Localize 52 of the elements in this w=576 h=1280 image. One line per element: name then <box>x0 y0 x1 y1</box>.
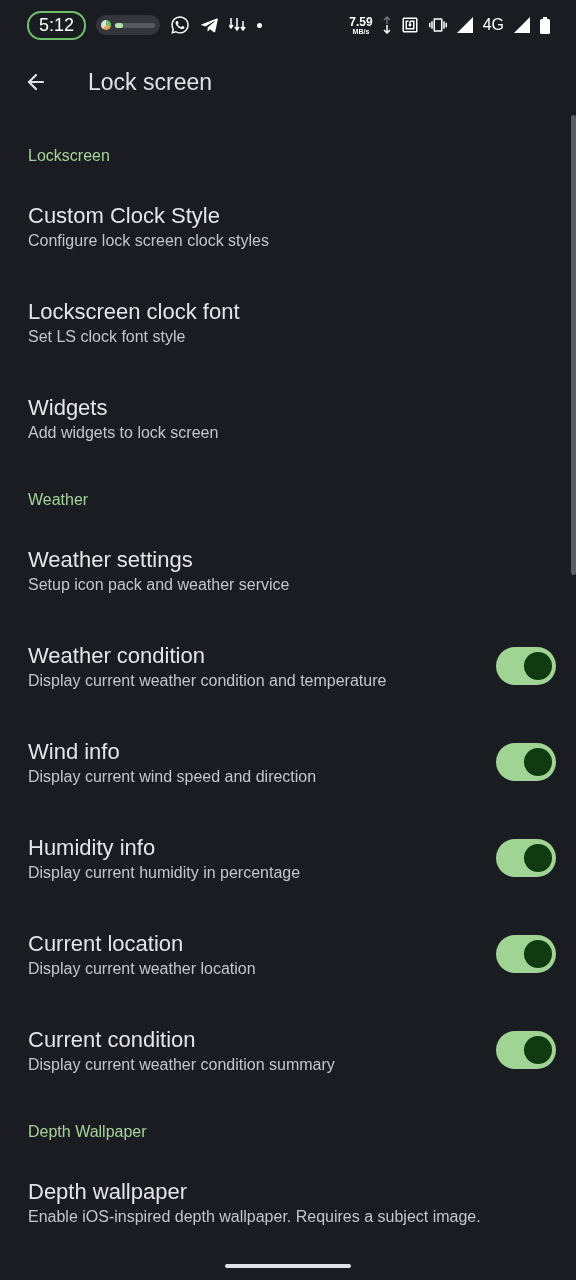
battery-icon <box>540 16 550 34</box>
item-title: Current condition <box>28 1025 197 1054</box>
clock-time: 5:12 <box>27 10 87 40</box>
toggle-switch[interactable] <box>496 839 556 877</box>
item-subtitle: Setup icon pack and weather service <box>28 574 291 595</box>
item-title: Widgets <box>28 393 109 422</box>
toggle-switch[interactable] <box>496 935 556 973</box>
app-icon <box>101 20 112 30</box>
signal-icon <box>514 17 530 33</box>
item-title: Custom Clock Style <box>28 201 221 230</box>
settings-item[interactable]: Current location Display current weather location <box>0 906 570 1002</box>
item-title: Depth wallpaper <box>28 1177 188 1206</box>
speed-value: 7.59 <box>349 15 373 28</box>
item-title: Wind info <box>28 737 121 766</box>
settings-item[interactable]: Weather settings Setup icon pack and weather service <box>0 522 570 618</box>
network-type: 4G <box>482 16 504 34</box>
toggle-switch[interactable] <box>496 647 556 685</box>
settings-item[interactable]: Widgets Add widgets to lock screen <box>0 370 570 466</box>
item-subtitle: Enable iOS-inspired depth wallpaper. Requires a subject image. <box>28 1206 482 1227</box>
vibrate-icon <box>428 16 447 34</box>
section-header: Weather <box>27 490 90 510</box>
page-title: Lock screen <box>88 68 212 96</box>
item-subtitle: Display current weather location <box>28 958 257 979</box>
item-subtitle: Display current wind speed and direction <box>28 766 318 787</box>
item-title: Weather settings <box>28 545 194 574</box>
settings-item[interactable]: Humidity info Display current humidity in percentage <box>0 810 570 906</box>
section-header: Depth Wallpaper <box>27 1122 148 1142</box>
transfer-arrows-icon <box>382 16 391 34</box>
toggle-switch[interactable] <box>496 743 556 781</box>
item-subtitle: Display current weather condition and temperature <box>28 670 388 691</box>
item-title: Current location <box>28 929 185 958</box>
settings-item[interactable]: Wind info Display current wind speed and direction <box>0 714 570 810</box>
settings-item[interactable]: Current condition Display current weather condition summary <box>0 1002 570 1098</box>
item-title: Humidity info <box>28 833 157 862</box>
item-title: Weather condition <box>28 641 206 670</box>
nfc-icon <box>400 16 419 34</box>
toggle-switch[interactable] <box>496 1031 556 1069</box>
item-subtitle: Display current humidity in percentage <box>28 862 302 883</box>
download-arrows-icon <box>229 17 248 33</box>
settings-item[interactable]: Lockscreen clock font Set LS clock font style <box>0 274 570 370</box>
item-title: Lockscreen clock font <box>28 297 241 326</box>
settings-item[interactable]: Depth wallpaper Enable iOS-inspired depth wallpaper. Requires a subject image. <box>0 1154 570 1250</box>
settings-item[interactable]: Weather condition Display current weather condition and temperature <box>0 618 570 714</box>
notification-dot <box>257 22 263 28</box>
signal-icon <box>456 17 473 33</box>
section-header: Lockscreen <box>27 146 111 166</box>
item-subtitle: Display current weather condition summary <box>28 1054 336 1075</box>
item-subtitle: Add widgets to lock screen <box>28 422 220 443</box>
settings-item[interactable]: Custom Clock Style Configure lock screen clock styles <box>0 178 570 274</box>
item-subtitle: Configure lock screen clock styles <box>28 230 270 251</box>
item-subtitle: Set LS clock font style <box>28 326 187 347</box>
whatsapp-icon <box>170 15 191 35</box>
